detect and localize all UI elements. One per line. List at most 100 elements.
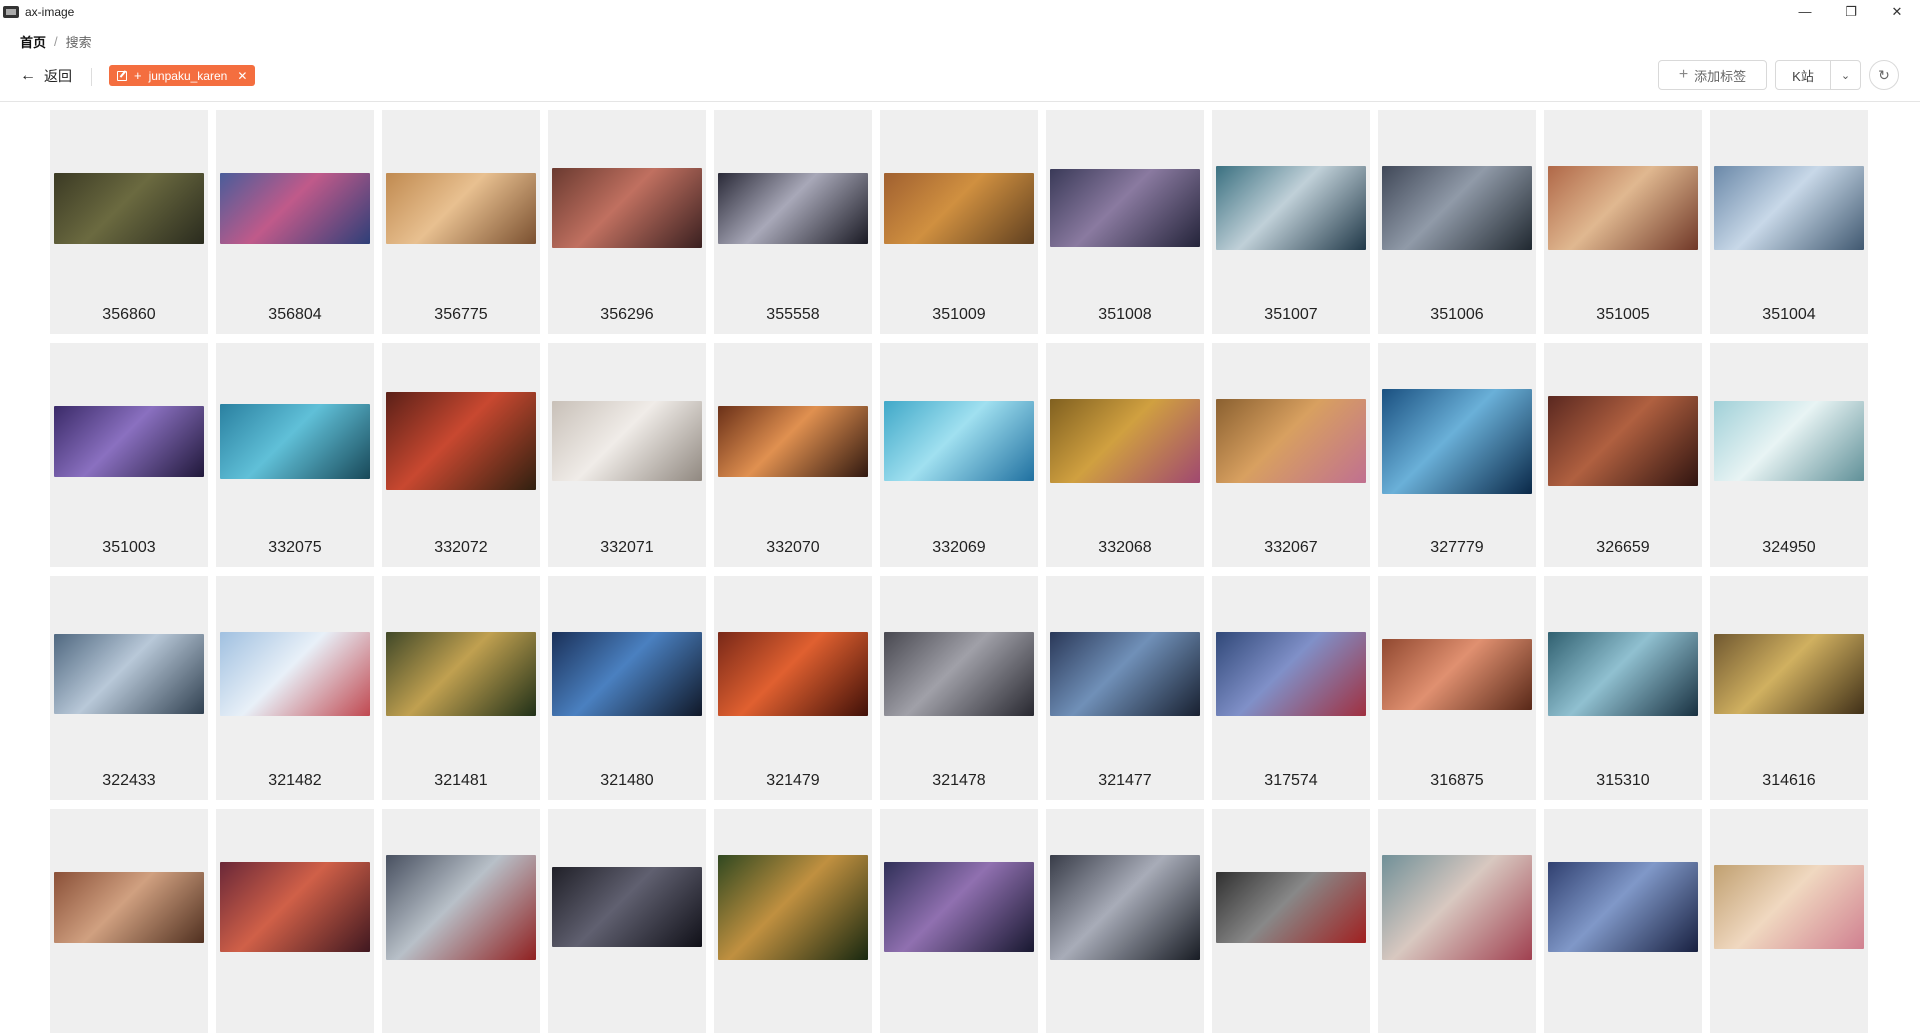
image-card[interactable] bbox=[1046, 809, 1204, 1033]
image-card[interactable] bbox=[216, 809, 374, 1033]
image-thumbnail[interactable] bbox=[718, 406, 868, 477]
image-thumbnail[interactable] bbox=[386, 392, 536, 490]
site-select-button[interactable]: K站 bbox=[1776, 61, 1831, 89]
image-thumbnail[interactable] bbox=[552, 867, 702, 947]
image-card[interactable]: 355558 bbox=[714, 110, 872, 334]
image-thumbnail[interactable] bbox=[552, 168, 702, 248]
image-thumbnail[interactable] bbox=[1548, 632, 1698, 716]
image-thumbnail[interactable] bbox=[1216, 632, 1366, 716]
image-thumbnail[interactable] bbox=[54, 406, 204, 477]
image-thumbnail[interactable] bbox=[1382, 855, 1532, 960]
image-card[interactable]: 351008 bbox=[1046, 110, 1204, 334]
image-thumbnail[interactable] bbox=[1216, 399, 1366, 483]
edit-icon[interactable] bbox=[117, 70, 127, 81]
image-thumbnail[interactable] bbox=[884, 173, 1034, 244]
image-thumbnail[interactable] bbox=[1714, 166, 1864, 250]
image-thumbnail[interactable] bbox=[1050, 855, 1200, 960]
back-button[interactable]: ← 返回 bbox=[20, 66, 72, 86]
image-card[interactable]: 324950 bbox=[1710, 343, 1868, 567]
image-thumbnail[interactable] bbox=[1216, 872, 1366, 943]
image-card[interactable]: 326659 bbox=[1544, 343, 1702, 567]
image-thumbnail[interactable] bbox=[220, 632, 370, 716]
image-card[interactable]: 314616 bbox=[1710, 576, 1868, 800]
image-thumbnail[interactable] bbox=[718, 855, 868, 960]
image-card[interactable]: 332068 bbox=[1046, 343, 1204, 567]
image-thumbnail[interactable] bbox=[1050, 632, 1200, 716]
image-card[interactable] bbox=[1212, 809, 1370, 1033]
image-card[interactable]: 356804 bbox=[216, 110, 374, 334]
image-card[interactable] bbox=[1378, 809, 1536, 1033]
image-thumbnail[interactable] bbox=[1548, 166, 1698, 250]
image-card[interactable] bbox=[1710, 809, 1868, 1033]
image-thumbnail[interactable] bbox=[884, 862, 1034, 952]
image-thumbnail[interactable] bbox=[220, 862, 370, 952]
image-card[interactable]: 332071 bbox=[548, 343, 706, 567]
image-thumbnail[interactable] bbox=[386, 173, 536, 244]
add-tag-button[interactable]: + 添加标签 bbox=[1658, 60, 1767, 90]
restore-icon[interactable]: ❐ bbox=[1828, 0, 1874, 23]
image-card[interactable] bbox=[50, 809, 208, 1033]
image-thumbnail[interactable] bbox=[1714, 865, 1864, 949]
image-card[interactable] bbox=[714, 809, 872, 1033]
image-card[interactable]: 322433 bbox=[50, 576, 208, 800]
image-card[interactable]: 351007 bbox=[1212, 110, 1370, 334]
image-thumbnail[interactable] bbox=[552, 632, 702, 716]
image-card[interactable]: 321477 bbox=[1046, 576, 1204, 800]
image-card[interactable]: 317574 bbox=[1212, 576, 1370, 800]
image-card[interactable] bbox=[1544, 809, 1702, 1033]
image-thumbnail[interactable] bbox=[54, 634, 204, 714]
site-select[interactable]: K站 ⌄ bbox=[1775, 60, 1861, 90]
image-thumbnail[interactable] bbox=[1216, 166, 1366, 250]
image-card[interactable]: 332075 bbox=[216, 343, 374, 567]
image-thumbnail[interactable] bbox=[884, 401, 1034, 481]
image-thumbnail[interactable] bbox=[1382, 166, 1532, 250]
image-card[interactable]: 356775 bbox=[382, 110, 540, 334]
image-thumbnail[interactable] bbox=[386, 855, 536, 960]
minimize-icon[interactable]: — bbox=[1782, 0, 1828, 23]
image-card[interactable]: 321482 bbox=[216, 576, 374, 800]
refresh-button[interactable]: ↻ bbox=[1869, 60, 1899, 90]
image-card[interactable]: 351003 bbox=[50, 343, 208, 567]
image-thumbnail[interactable] bbox=[718, 173, 868, 244]
image-thumbnail[interactable] bbox=[220, 404, 370, 479]
image-card[interactable]: 321478 bbox=[880, 576, 1038, 800]
image-card[interactable]: 316875 bbox=[1378, 576, 1536, 800]
image-thumbnail[interactable] bbox=[54, 173, 204, 244]
image-thumbnail[interactable] bbox=[718, 632, 868, 716]
image-thumbnail[interactable] bbox=[1714, 634, 1864, 714]
image-card[interactable] bbox=[548, 809, 706, 1033]
image-card[interactable]: 351006 bbox=[1378, 110, 1536, 334]
image-card[interactable]: 315310 bbox=[1544, 576, 1702, 800]
image-card[interactable]: 332069 bbox=[880, 343, 1038, 567]
image-thumbnail[interactable] bbox=[220, 173, 370, 244]
image-card[interactable]: 356296 bbox=[548, 110, 706, 334]
image-thumbnail[interactable] bbox=[1050, 169, 1200, 247]
breadcrumb-home[interactable]: 首页 bbox=[20, 32, 46, 51]
image-card[interactable] bbox=[880, 809, 1038, 1033]
image-card[interactable]: 356860 bbox=[50, 110, 208, 334]
image-card[interactable]: 351004 bbox=[1710, 110, 1868, 334]
image-thumbnail[interactable] bbox=[386, 632, 536, 716]
image-card[interactable]: 321480 bbox=[548, 576, 706, 800]
image-card[interactable]: 351005 bbox=[1544, 110, 1702, 334]
image-thumbnail[interactable] bbox=[1382, 389, 1532, 494]
image-thumbnail[interactable] bbox=[884, 632, 1034, 716]
close-window-icon[interactable]: ✕ bbox=[1874, 0, 1920, 23]
search-tag-chip[interactable]: + junpaku_karen ✕ bbox=[109, 65, 256, 86]
image-card[interactable]: 332067 bbox=[1212, 343, 1370, 567]
close-icon[interactable]: ✕ bbox=[237, 69, 247, 83]
image-thumbnail[interactable] bbox=[54, 872, 204, 943]
image-thumbnail[interactable] bbox=[552, 401, 702, 481]
image-card[interactable]: 327779 bbox=[1378, 343, 1536, 567]
chevron-down-icon[interactable]: ⌄ bbox=[1831, 61, 1860, 89]
image-card[interactable]: 351009 bbox=[880, 110, 1038, 334]
image-card[interactable]: 321481 bbox=[382, 576, 540, 800]
image-thumbnail[interactable] bbox=[1714, 401, 1864, 481]
image-thumbnail[interactable] bbox=[1548, 862, 1698, 952]
image-thumbnail[interactable] bbox=[1548, 396, 1698, 486]
image-card[interactable]: 332072 bbox=[382, 343, 540, 567]
image-thumbnail[interactable] bbox=[1050, 399, 1200, 483]
image-thumbnail[interactable] bbox=[1382, 639, 1532, 710]
image-card[interactable] bbox=[382, 809, 540, 1033]
image-card[interactable]: 332070 bbox=[714, 343, 872, 567]
